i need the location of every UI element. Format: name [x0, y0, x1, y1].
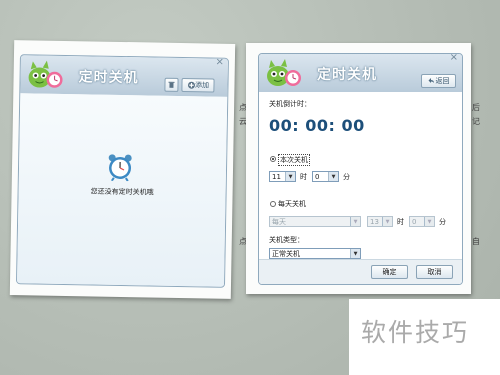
- countdown-label: 关机倒计时：: [269, 100, 311, 108]
- daily-frequency-value: 每天: [272, 217, 286, 226]
- close-icon[interactable]: ×: [450, 54, 458, 63]
- cancel-button[interactable]: 取消: [416, 265, 453, 279]
- delete-button[interactable]: [164, 77, 179, 92]
- once-minute-select[interactable]: 0 ▼: [312, 171, 339, 182]
- chevron-down-icon: ▼: [382, 217, 392, 226]
- add-button[interactable]: 添加: [181, 78, 215, 93]
- timer-settings-window: 定时关机 × 返回 关机倒计时： 00: 00: 00 本次关机 11 ▼ 时 …: [258, 53, 463, 285]
- minute-unit: 分: [439, 218, 446, 226]
- settings-body: 关机倒计时： 00: 00: 00 本次关机 11 ▼ 时 0 ▼ 分 每天关机…: [259, 92, 462, 284]
- alarm-clock-icon: [108, 154, 132, 182]
- mascot-icon: [267, 59, 301, 86]
- daily-hour-select[interactable]: 13 ▼: [367, 216, 393, 227]
- shutdown-type-value: 正常关机: [272, 249, 300, 258]
- bg-char: 记: [472, 117, 480, 126]
- chevron-down-icon: ▼: [350, 217, 360, 226]
- mascot-icon: [28, 60, 63, 88]
- trash-icon: [168, 81, 175, 88]
- back-arrow-icon: [428, 78, 434, 83]
- title-bar: 定时关机 × 返回: [259, 54, 462, 92]
- window-title: 定时关机: [78, 69, 139, 87]
- chevron-down-icon: ▼: [285, 172, 295, 181]
- bg-char: 自: [472, 237, 480, 246]
- window-title: 定时关机: [317, 67, 377, 83]
- title-bar: 定时关机 × 添加: [20, 55, 228, 97]
- once-radio[interactable]: [270, 156, 276, 162]
- photo-card-right: 定时关机 × 返回 关机倒计时： 00: 00: 00 本次关机 11 ▼ 时 …: [246, 43, 471, 294]
- once-hour-select[interactable]: 11 ▼: [269, 171, 296, 182]
- watermark: 软件技巧: [349, 299, 500, 375]
- daily-minute-value: 0: [412, 217, 417, 226]
- chevron-down-icon: ▼: [424, 217, 434, 226]
- chevron-down-icon: ▼: [350, 249, 360, 258]
- minute-unit: 分: [343, 173, 350, 181]
- bg-char: 后: [472, 103, 480, 112]
- add-button-label: 添加: [194, 81, 210, 90]
- hour-unit: 时: [397, 218, 404, 226]
- close-icon[interactable]: ×: [215, 57, 224, 68]
- daily-minute-select[interactable]: 0 ▼: [409, 216, 435, 227]
- once-minute-value: 0: [315, 172, 320, 181]
- shutdown-type-label: 关机类型：: [269, 236, 304, 244]
- hour-unit: 时: [300, 173, 307, 181]
- plus-icon: [187, 81, 195, 89]
- empty-state-area: 您还没有定时关机哦: [17, 93, 228, 287]
- daily-radio[interactable]: [270, 201, 276, 207]
- countdown-value: 00: 00: 00: [269, 116, 365, 135]
- photo-card-left: 定时关机 × 添加 您还没有定时关机哦: [9, 40, 236, 299]
- shutdown-type-select[interactable]: 正常关机 ▼: [269, 248, 361, 259]
- daily-radio-label[interactable]: 每天关机: [278, 199, 306, 209]
- back-button[interactable]: 返回: [421, 74, 456, 88]
- dialog-footer: 确定 取消: [259, 259, 462, 284]
- daily-frequency-select[interactable]: 每天 ▼: [269, 216, 361, 227]
- chevron-down-icon: ▼: [328, 172, 338, 181]
- watermark-text: 软件技巧: [361, 318, 470, 347]
- once-radio-label[interactable]: 本次关机: [278, 154, 310, 166]
- once-hour-value: 11: [272, 172, 281, 181]
- daily-hour-value: 13: [370, 217, 379, 226]
- back-button-label: 返回: [435, 77, 450, 85]
- empty-message: 您还没有定时关机哦: [90, 187, 154, 197]
- timer-window-empty: 定时关机 × 添加 您还没有定时关机哦: [15, 54, 229, 288]
- ok-button[interactable]: 确定: [371, 265, 408, 279]
